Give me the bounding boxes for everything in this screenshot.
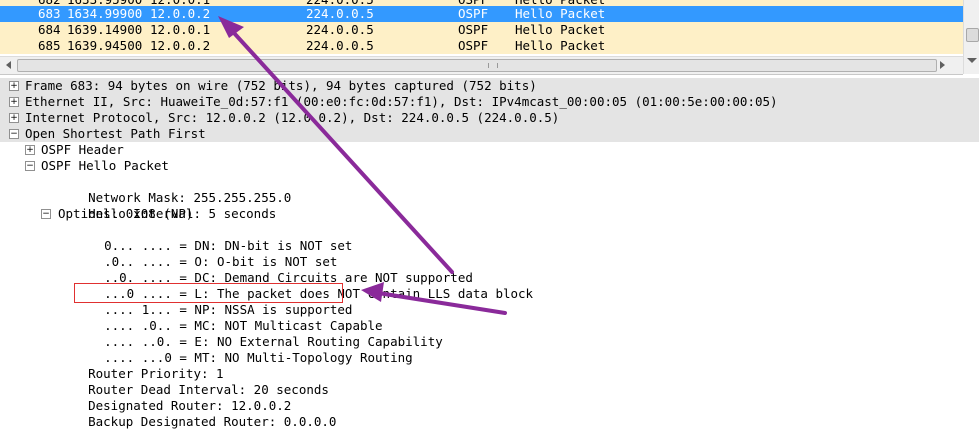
- tree-item-backup-designated-router[interactable]: Backup Designated Router: 0.0.0.0: [58, 398, 336, 429]
- packet-info: Hello Packet: [515, 38, 606, 53]
- tree-item-ip[interactable]: + Internet Protocol, Src: 12.0.0.2 (12.0…: [0, 110, 979, 126]
- tree-item-router-dead-interval[interactable]: Router Dead Interval: 20 seconds: [58, 366, 329, 397]
- packet-destination: 224.0.0.5: [306, 6, 374, 21]
- expand-plus-icon[interactable]: +: [9, 97, 19, 107]
- tree-item-router-priority[interactable]: Router Priority: 1: [58, 350, 223, 381]
- scroll-right-icon[interactable]: [940, 61, 945, 69]
- packet-time: 1639.94500: [67, 38, 143, 53]
- tree-item-ethernet[interactable]: + Ethernet II, Src: HuaweiTe_0d:57:f1 (0…: [0, 94, 979, 110]
- horizontal-scrollbar[interactable]: [0, 56, 963, 75]
- tree-item-label: Options: 0x08 (NP): [58, 206, 194, 221]
- tree-item-option-o[interactable]: .0.. .... = O: O-bit is NOT set: [74, 238, 337, 269]
- tree-item-frame[interactable]: + Frame 683: 94 bytes on wire (752 bits)…: [0, 78, 979, 94]
- packet-protocol: OSPF: [458, 22, 489, 37]
- tree-item-option-dc[interactable]: ..0. .... = DC: Demand Circuits are NOT …: [74, 254, 473, 285]
- tree-item-network-mask[interactable]: Network Mask: 255.255.255.0: [58, 174, 291, 205]
- packet-row[interactable]: 685 1639.94500 12.0.0.2 224.0.0.5 OSPF H…: [0, 38, 963, 54]
- tree-item-label: Internet Protocol, Src: 12.0.0.2 (12.0.0…: [25, 110, 560, 125]
- packet-number: 683: [38, 6, 61, 21]
- tree-item-designated-router[interactable]: Designated Router: 12.0.0.2: [58, 382, 291, 413]
- expand-plus-icon[interactable]: +: [25, 145, 35, 155]
- tree-item-ospf-hello[interactable]: − OSPF Hello Packet: [0, 158, 979, 174]
- packet-number: 684: [38, 22, 61, 37]
- collapse-minus-icon[interactable]: −: [9, 129, 19, 139]
- packet-source: 12.0.0.2: [150, 6, 211, 21]
- tree-item-label: Backup Designated Router: 0.0.0.0: [88, 414, 337, 429]
- expand-plus-icon[interactable]: +: [9, 81, 19, 91]
- tree-item-label: Open Shortest Path First: [25, 126, 206, 141]
- tree-item-label: OSPF Hello Packet: [41, 158, 169, 173]
- packet-row-selected[interactable]: 683 1634.99900 12.0.0.2 224.0.0.5 OSPF H…: [0, 6, 963, 22]
- packet-protocol: OSPF: [458, 38, 489, 53]
- scroll-down-icon[interactable]: [967, 58, 977, 63]
- packet-list[interactable]: 682 1633.95900 12.0.0.1 224.0.0.5 OSPF H…: [0, 0, 963, 56]
- scroll-left-icon[interactable]: [6, 61, 11, 69]
- collapse-minus-icon[interactable]: −: [41, 209, 51, 219]
- expand-plus-icon[interactable]: +: [9, 113, 19, 123]
- tree-item-options[interactable]: − Options: 0x08 (NP): [0, 206, 979, 222]
- packet-protocol: OSPF: [458, 6, 489, 21]
- packet-info: Hello Packet: [515, 6, 606, 21]
- tree-item-option-e[interactable]: .... ..0. = E: NO External Routing Capab…: [74, 318, 443, 349]
- tree-item-label: Frame 683: 94 bytes on wire (752 bits), …: [25, 78, 537, 93]
- collapse-minus-icon[interactable]: −: [25, 161, 35, 171]
- packet-time: 1634.99900: [67, 6, 143, 21]
- packet-number: 685: [38, 38, 61, 53]
- packet-destination: 224.0.0.5: [306, 22, 374, 37]
- tree-item-label: OSPF Header: [41, 142, 124, 157]
- scrollbar-thumb[interactable]: [17, 59, 937, 72]
- vertical-scrollbar[interactable]: [963, 0, 979, 74]
- highlight-box: [74, 283, 343, 303]
- packet-row[interactable]: 684 1639.14900 12.0.0.1 224.0.0.5 OSPF H…: [0, 22, 963, 38]
- tree-item-option-mc[interactable]: .... .0.. = MC: NOT Multicast Capable: [74, 302, 382, 333]
- tree-item-ospf[interactable]: − Open Shortest Path First: [0, 126, 979, 142]
- tree-item-label: Ethernet II, Src: HuaweiTe_0d:57:f1 (00:…: [25, 94, 778, 109]
- grip-icon: [488, 63, 498, 68]
- tree-item-ospf-header[interactable]: + OSPF Header: [0, 142, 979, 158]
- scrollbar-thumb[interactable]: [966, 28, 979, 42]
- tree-item-hello-interval[interactable]: Hello Interval: 5 seconds: [58, 190, 276, 221]
- packet-time: 1639.14900: [67, 22, 143, 37]
- packet-source: 12.0.0.1: [150, 22, 211, 37]
- tree-item-option-dn[interactable]: 0... .... = DN: DN-bit is NOT set: [74, 222, 352, 253]
- packet-info: Hello Packet: [515, 22, 606, 37]
- packet-source: 12.0.0.2: [150, 38, 211, 53]
- tree-item-option-mt[interactable]: .... ...0 = MT: NO Multi-Topology Routin…: [74, 334, 413, 365]
- packet-details-tree: + Frame 683: 94 bytes on wire (752 bits)…: [0, 78, 979, 441]
- packet-destination: 224.0.0.5: [306, 38, 374, 53]
